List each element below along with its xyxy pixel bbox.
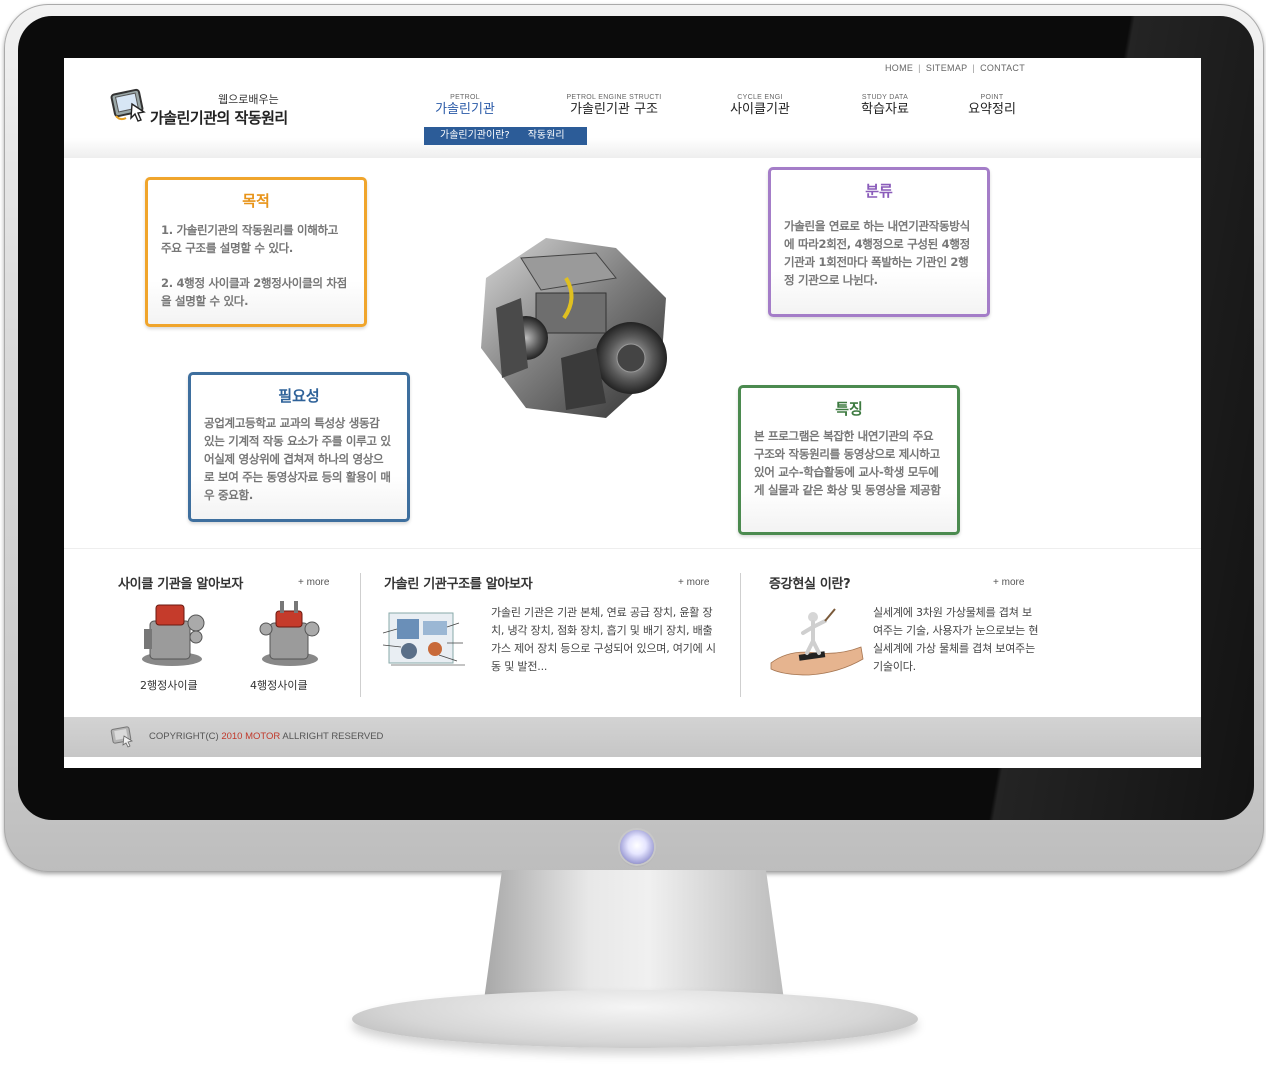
- ar-panel-title[interactable]: 증강현실 이란?: [769, 573, 851, 592]
- necessity-box: 필요성 공업계고등학교 교과의 특성상 생동감 있는 기계적 작동 요소가 주를…: [188, 372, 410, 522]
- ar-more-link[interactable]: + more: [993, 577, 1024, 588]
- nav-petrol[interactable]: PETROL 가솔린기관: [434, 94, 496, 118]
- structure-more-link[interactable]: + more: [678, 577, 709, 588]
- nav-eng-label: STUDY DATA: [861, 94, 909, 101]
- four-stroke-cylinder-image[interactable]: [250, 599, 330, 669]
- contact-link[interactable]: CONTACT: [980, 63, 1025, 73]
- copyright-text: COPYRIGHT(C) 2010 MOTOR ALLRIGHT RESERVE…: [149, 731, 383, 742]
- cycle-more-link[interactable]: + more: [298, 577, 329, 588]
- four-stroke-label[interactable]: 4행정사이클: [250, 677, 308, 693]
- site-logo[interactable]: 웹으로배우는 가솔린기관의 작동원리: [110, 84, 290, 128]
- site-header: HOME | SITEMAP | CONTACT 웹으로배우는 가솔린기관의 작동원리 …: [64, 58, 1201, 158]
- purpose-box: 목적 1. 가솔린기관의 작동원리를 이해하고 주요 구조를 설명할 수 있다.…: [145, 177, 367, 327]
- subnav-what-is-petrol[interactable]: 가솔린기관이란?: [440, 130, 510, 141]
- nav-kor-label: 가솔린기관 구조: [570, 102, 658, 117]
- nav-eng-label: POINT: [980, 94, 1004, 101]
- feature-title: 특징: [835, 400, 863, 418]
- sitemap-link[interactable]: SITEMAP: [926, 63, 968, 73]
- content-panels: 사이클 기관을 알아보자 + more 2행정사이클 4행정사이클 가솔린 기관…: [64, 548, 1201, 718]
- cycle-panel-title[interactable]: 사이클 기관을 알아보자: [118, 573, 243, 592]
- util-separator: |: [918, 63, 921, 73]
- nav-kor-label: 학습자료: [861, 102, 909, 117]
- ar-hand-image[interactable]: [769, 601, 865, 681]
- monitor-stand-neck: [484, 870, 784, 1000]
- engine-structure-diagram[interactable]: [379, 603, 475, 679]
- classification-body: 가솔린을 연료로 하는 내연기관작동방식에 따라2회전, 4행정으로 구성된 4…: [784, 219, 970, 287]
- feature-box: 특징 본 프로그램은 복잡한 내연기관의 주요 구조와 작동원리를 동영상으로 …: [738, 385, 960, 535]
- nav-engine-structure[interactable]: PETROL ENGINE STRUCTI 가솔린기관 구조: [554, 94, 674, 118]
- nav-eng-label: PETROL: [450, 94, 480, 101]
- util-separator: |: [972, 63, 976, 73]
- home-link[interactable]: HOME: [885, 63, 913, 73]
- sub-navigation: 가솔린기관이란? 작동원리: [424, 127, 587, 145]
- necessity-body: 공업계고등학교 교과의 특성상 생동감 있는 기계적 작동 요소가 주를 이루고…: [204, 416, 391, 502]
- purpose-title: 목적: [242, 192, 270, 210]
- nav-kor-label: 가솔린기관: [435, 102, 495, 117]
- classification-title: 분류: [865, 182, 893, 200]
- necessity-title: 필요성: [278, 387, 320, 405]
- two-stroke-cylinder-image[interactable]: [134, 599, 214, 669]
- utility-nav: HOME | SITEMAP | CONTACT: [885, 63, 1025, 73]
- monitor-footer-icon: [110, 726, 134, 748]
- ar-description: 실세계에 3차원 가상물체를 겹쳐 보여주는 기술, 사용자가 눈으로보는 현실…: [873, 606, 1039, 673]
- subnav-operating-principle[interactable]: 작동원리: [528, 130, 565, 141]
- power-button[interactable]: [620, 830, 654, 864]
- nav-cycle-engine[interactable]: CYCLE ENGI 사이클기관: [726, 94, 794, 118]
- copyright-prefix: COPYRIGHT(C): [149, 731, 222, 742]
- cycle-engine-panel: 사이클 기관을 알아보자 + more 2행정사이클 4행정사이클: [64, 549, 360, 709]
- engine-image: [481, 238, 667, 418]
- logo-title: 가솔린기관의 작동원리: [150, 109, 288, 127]
- structure-panel-title[interactable]: 가솔린 기관구조를 알아보자: [384, 573, 533, 592]
- website-screen: HOME | SITEMAP | CONTACT 웹으로배우는 가솔린기관의 작동원리 …: [64, 58, 1201, 768]
- augmented-reality-panel: 증강현실 이란? + more 실세계에 3차원 가상물체를 겹쳐 보여주는 기…: [741, 549, 1201, 709]
- purpose-item-1: 1. 가솔린기관의 작동원리를 이해하고 주요 구조를 설명할 수 있다.: [161, 223, 339, 255]
- nav-kor-label: 요약정리: [968, 102, 1016, 117]
- intro-section: 목적 1. 가솔린기관의 작동원리를 이해하고 주요 구조를 설명할 수 있다.…: [64, 158, 1201, 548]
- nav-eng-label: CYCLE ENGI: [737, 94, 783, 101]
- monitor-cursor-logo-icon: [110, 88, 146, 122]
- copyright-suffix: ALLRIGHT RESERVED: [280, 731, 384, 742]
- copyright-accent: 2010 MOTOR: [221, 731, 281, 742]
- monitor-stand-base: [352, 990, 918, 1048]
- logo-subtitle: 웹으로배우는: [218, 93, 279, 106]
- site-footer: COPYRIGHT(C) 2010 MOTOR ALLRIGHT RESERVE…: [64, 717, 1201, 757]
- nav-point[interactable]: POINT 요약정리: [962, 94, 1022, 118]
- nav-kor-label: 사이클기관: [730, 102, 790, 117]
- purpose-body: 1. 가솔린기관의 작동원리를 이해하고 주요 구조를 설명할 수 있다. 2.…: [148, 211, 364, 310]
- nav-study-data[interactable]: STUDY DATA 학습자료: [852, 94, 918, 118]
- nav-eng-label: PETROL ENGINE STRUCTI: [566, 94, 662, 101]
- purpose-item-2: 2. 4행정 사이클과 2행정사이클의 차점을 설명할 수 있다.: [161, 276, 347, 308]
- classification-box: 분류 가솔린을 연료로 하는 내연기관작동방식에 따라2회전, 4행정으로 구성…: [768, 167, 990, 317]
- structure-description: 가솔린 기관은 기관 본체, 연료 공급 장치, 윤활 장치, 냉각 장치, 점…: [491, 606, 716, 673]
- two-stroke-label[interactable]: 2행정사이클: [140, 677, 198, 693]
- engine-structure-panel: 가솔린 기관구조를 알아보자 + more 가솔린 기관은 기관 본체, 연료 …: [361, 549, 741, 709]
- feature-body: 본 프로그램은 복잡한 내연기관의 주요 구조와 작동원리를 동영상으로 제시하…: [754, 429, 941, 497]
